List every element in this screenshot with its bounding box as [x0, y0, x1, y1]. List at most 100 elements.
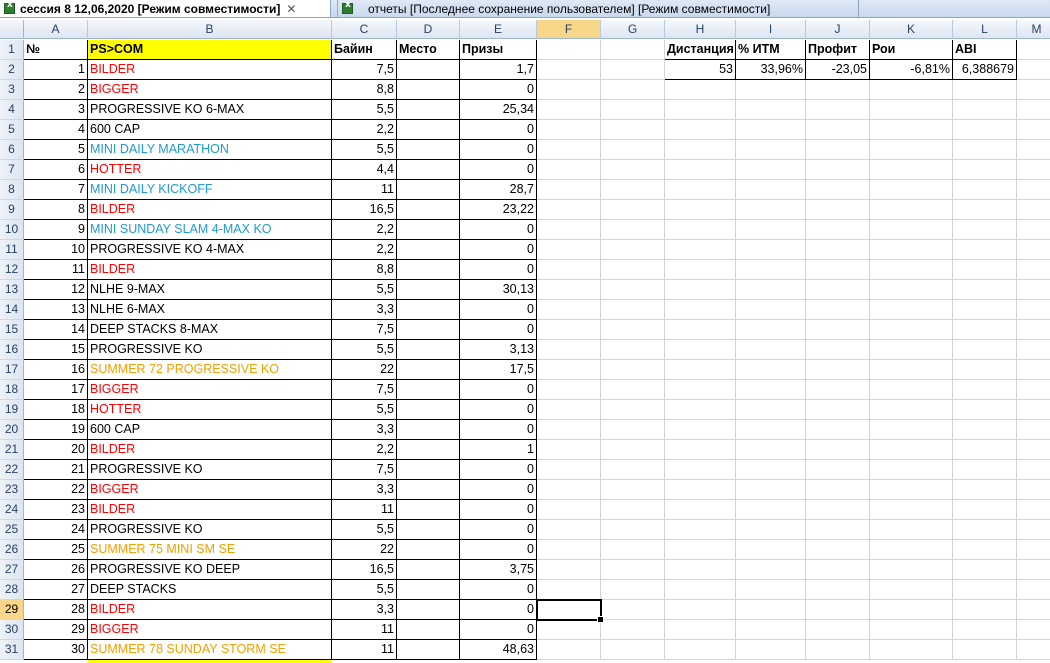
buyin-cell[interactable]: 3,3	[332, 480, 397, 500]
row-number-cell[interactable]: 26	[24, 560, 88, 580]
grid-cell[interactable]	[953, 340, 1017, 360]
grid-cell[interactable]	[537, 40, 601, 60]
place-cell[interactable]	[397, 560, 460, 580]
grid-cell[interactable]	[665, 440, 736, 460]
row-number-cell[interactable]: 19	[24, 420, 88, 440]
grid-cell[interactable]	[870, 500, 953, 520]
grid-cell[interactable]	[601, 140, 665, 160]
grid-cell[interactable]	[601, 500, 665, 520]
buyin-cell[interactable]: 11	[332, 640, 397, 660]
grid-cell[interactable]	[953, 460, 1017, 480]
tournament-name-cell[interactable]: MINI DAILY MARATHON	[88, 140, 332, 160]
grid-cell[interactable]	[953, 640, 1017, 660]
grid-cell[interactable]	[665, 620, 736, 640]
select-all-corner[interactable]	[0, 20, 24, 39]
grid-cell[interactable]	[736, 600, 806, 620]
grid-cell[interactable]	[870, 220, 953, 240]
grid-cell[interactable]	[665, 380, 736, 400]
row-header[interactable]: 9	[0, 200, 24, 220]
workbook-tab-session[interactable]: сессия 8 12,06,2020 [Режим совместимости…	[0, 0, 331, 17]
grid-cell[interactable]	[870, 400, 953, 420]
grid-cell[interactable]	[953, 620, 1017, 640]
stats-value-distance[interactable]: 53	[665, 60, 736, 80]
buyin-cell[interactable]: 22	[332, 360, 397, 380]
row-header[interactable]: 28	[0, 580, 24, 600]
tournament-name-cell[interactable]: 600 CAP	[88, 420, 332, 440]
buyin-cell[interactable]: 5,5	[332, 100, 397, 120]
grid-cell[interactable]	[806, 540, 870, 560]
prize-cell[interactable]: 0	[460, 380, 537, 400]
grid-cell[interactable]	[537, 420, 601, 440]
grid-cell[interactable]	[1017, 420, 1050, 440]
grid-cell[interactable]	[601, 380, 665, 400]
grid-cell[interactable]	[1017, 620, 1050, 640]
grid-cell[interactable]	[953, 240, 1017, 260]
place-cell[interactable]	[397, 80, 460, 100]
buyin-cell[interactable]: 4,4	[332, 160, 397, 180]
grid-cell[interactable]	[870, 460, 953, 480]
place-cell[interactable]	[397, 120, 460, 140]
grid-cell[interactable]	[736, 320, 806, 340]
grid-cell[interactable]	[953, 80, 1017, 100]
grid-cell[interactable]	[601, 600, 665, 620]
grid-cell[interactable]	[736, 160, 806, 180]
row-header[interactable]: 1	[0, 40, 24, 60]
grid-cell[interactable]	[870, 180, 953, 200]
buyin-cell[interactable]: 11	[332, 180, 397, 200]
grid-cell[interactable]	[806, 560, 870, 580]
grid-cell[interactable]	[601, 200, 665, 220]
place-cell[interactable]	[397, 200, 460, 220]
grid-cell[interactable]	[953, 100, 1017, 120]
grid-cell[interactable]	[870, 560, 953, 580]
tournament-name-cell[interactable]: MINI SUNDAY SLAM 4-MAX KO	[88, 220, 332, 240]
grid-cell[interactable]	[953, 520, 1017, 540]
header-cell-name[interactable]: PS>COM	[88, 40, 332, 60]
place-cell[interactable]	[397, 260, 460, 280]
grid-cell[interactable]	[665, 140, 736, 160]
tournament-name-cell[interactable]: PROGRESSIVE KO	[88, 520, 332, 540]
grid-cell[interactable]	[1017, 40, 1050, 60]
row-header[interactable]: 20	[0, 420, 24, 440]
tournament-name-cell[interactable]: MINI DAILY KICKOFF	[88, 180, 332, 200]
row-header[interactable]: 6	[0, 140, 24, 160]
prize-cell[interactable]: 0	[460, 400, 537, 420]
row-header[interactable]: 10	[0, 220, 24, 240]
grid-cell[interactable]	[870, 580, 953, 600]
buyin-cell[interactable]: 16,5	[332, 560, 397, 580]
stats-value-roi[interactable]: -6,81%	[870, 60, 953, 80]
grid-cell[interactable]	[601, 280, 665, 300]
row-number-cell[interactable]: 15	[24, 340, 88, 360]
row-number-cell[interactable]: 25	[24, 540, 88, 560]
header-cell-prize[interactable]: Призы	[460, 40, 537, 60]
grid-cell[interactable]	[870, 260, 953, 280]
grid-cell[interactable]	[1017, 300, 1050, 320]
buyin-cell[interactable]: 16,5	[332, 200, 397, 220]
column-header-g[interactable]: G	[601, 20, 665, 39]
grid-cell[interactable]	[736, 260, 806, 280]
grid-cell[interactable]	[1017, 100, 1050, 120]
stats-header-abi[interactable]: ABI	[953, 40, 1017, 60]
grid-cell[interactable]	[736, 500, 806, 520]
close-icon[interactable]: ✕	[286, 2, 296, 16]
grid-cell[interactable]	[601, 100, 665, 120]
grid-cell[interactable]	[537, 60, 601, 80]
grid-cell[interactable]	[665, 360, 736, 380]
buyin-cell[interactable]: 7,5	[332, 60, 397, 80]
place-cell[interactable]	[397, 60, 460, 80]
prize-cell[interactable]: 48,63	[460, 640, 537, 660]
grid-cell[interactable]	[870, 380, 953, 400]
grid-cell[interactable]	[806, 380, 870, 400]
row-number-cell[interactable]: 20	[24, 440, 88, 460]
row-header[interactable]: 18	[0, 380, 24, 400]
row-header[interactable]: 4	[0, 100, 24, 120]
grid-cell[interactable]	[806, 420, 870, 440]
prize-cell[interactable]: 0	[460, 80, 537, 100]
buyin-cell[interactable]: 7,5	[332, 320, 397, 340]
grid-cell[interactable]	[870, 300, 953, 320]
grid-cell[interactable]	[537, 380, 601, 400]
grid-cell[interactable]	[806, 240, 870, 260]
grid-cell[interactable]	[806, 620, 870, 640]
grid-cell[interactable]	[601, 560, 665, 580]
grid-cell[interactable]	[665, 480, 736, 500]
grid-cell[interactable]	[870, 340, 953, 360]
